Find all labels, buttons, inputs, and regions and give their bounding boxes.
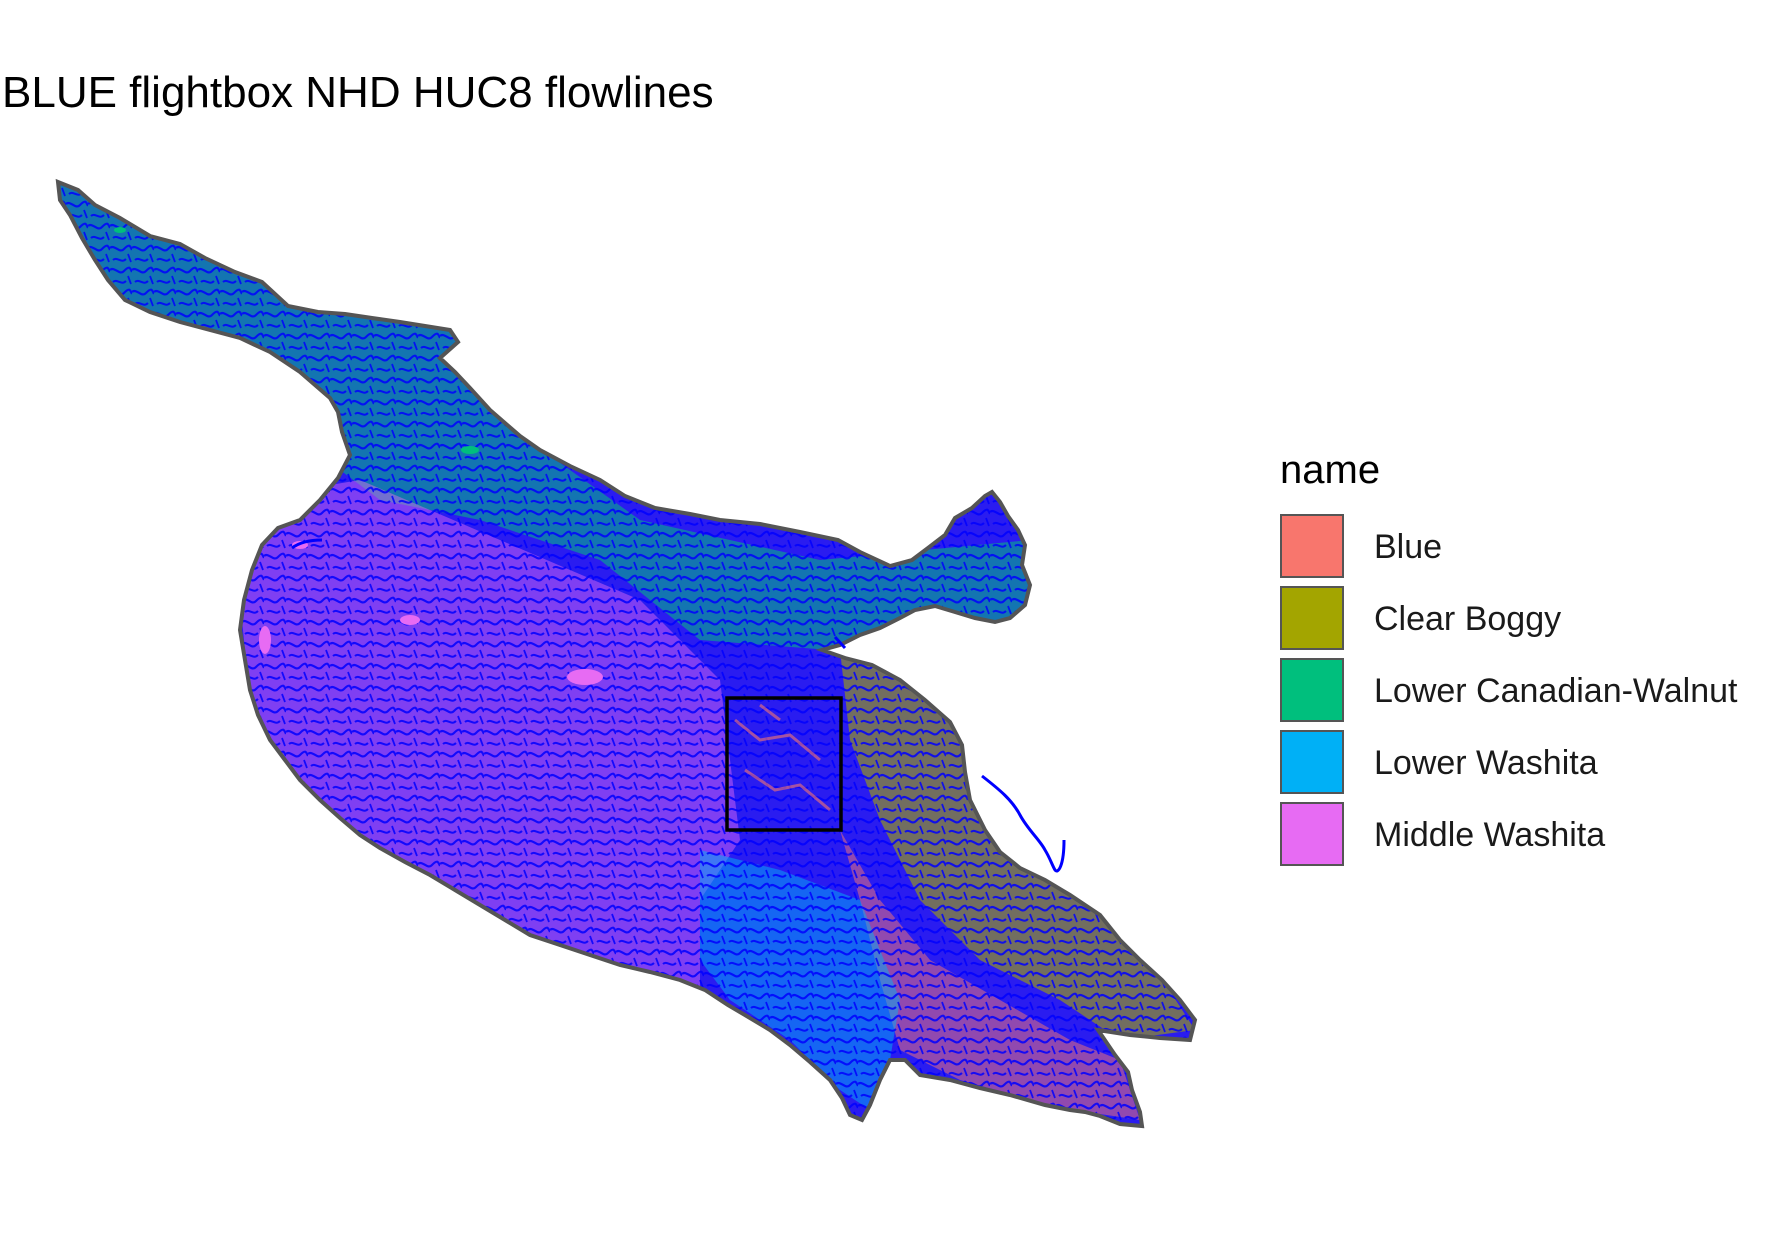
- legend-key-lower-washita: [1280, 730, 1344, 794]
- legend-item-lower-washita: Lower Washita: [1280, 730, 1770, 798]
- legend-key-clear-boggy: [1280, 586, 1344, 650]
- legend-label-blue: Blue: [1374, 528, 1443, 566]
- legend-key-middle-washita: [1280, 802, 1344, 866]
- legend-label-lower-canadian-walnut: Lower Canadian-Walnut: [1374, 672, 1738, 710]
- legend-item-blue: Blue: [1280, 514, 1770, 582]
- legend-key-lower-canadian-walnut: [1280, 658, 1344, 722]
- legend-label-lower-washita: Lower Washita: [1374, 744, 1598, 782]
- flowline-network: [58, 182, 1195, 1126]
- legend-item-lower-canadian-walnut: Lower Canadian-Walnut: [1280, 658, 1770, 726]
- legend-label-middle-washita: Middle Washita: [1374, 816, 1606, 854]
- legend: name Blue Clear Boggy Lower Canadian-Wal…: [1280, 448, 1770, 878]
- legend-key-blue: [1280, 514, 1344, 578]
- legend-title: name: [1280, 448, 1381, 492]
- legend-item-middle-washita: Middle Washita: [1280, 802, 1770, 870]
- legend-item-clear-boggy: Clear Boggy: [1280, 586, 1770, 654]
- basin-fill: [58, 182, 1195, 1126]
- legend-label-clear-boggy: Clear Boggy: [1374, 600, 1562, 638]
